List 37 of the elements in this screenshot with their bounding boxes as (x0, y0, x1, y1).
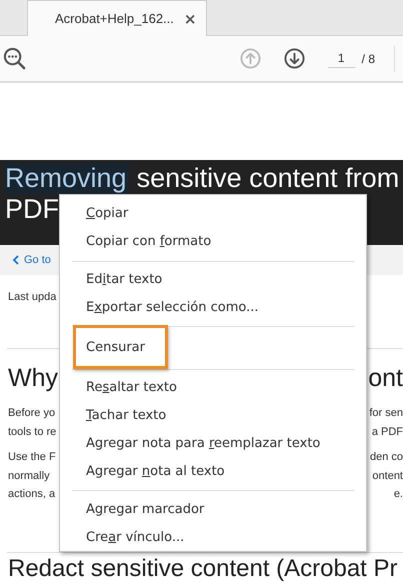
menu-item[interactable]: Agregar nota para reemplazar texto (60, 430, 366, 458)
menu-item[interactable]: Agregar marcador (60, 495, 366, 524)
next-page-icon[interactable] (284, 48, 305, 69)
paragraph-text: tools to re (8, 424, 56, 440)
section-heading: Redact sensitive content (Acrobat Pr (8, 556, 398, 580)
page-number-field[interactable]: 1 (328, 49, 355, 68)
chevron-left-icon (13, 255, 19, 265)
tab-title[interactable]: Acrobat+Help_162... (55, 11, 174, 26)
go-to-link[interactable]: Go to (24, 254, 51, 266)
close-button[interactable]: × (184, 10, 196, 28)
menu-item[interactable]: Copiar con formato (60, 228, 366, 256)
menu-item[interactable]: Editar texto (60, 266, 366, 294)
paragraph-text: normally (8, 468, 50, 484)
page-total: / 8 (362, 52, 375, 66)
paragraph-text: den co (370, 450, 403, 465)
last-updated-text: Last upda (8, 291, 56, 303)
document-tab[interactable]: Acrobat+Help_162... × (27, 0, 207, 36)
paragraph-text: for sen (369, 406, 403, 421)
paragraph-text: e. (394, 487, 403, 502)
section-heading: Why (8, 363, 58, 393)
paragraph-text: Use the F (8, 450, 56, 465)
menu-item[interactable]: Resaltar texto (60, 374, 366, 402)
menu-item[interactable]: Copiar (60, 200, 366, 228)
paragraph-text: ontent (372, 468, 403, 484)
paragraph-text: actions, a (8, 487, 56, 502)
menu-item[interactable]: Crear vínculo... (60, 523, 366, 552)
page-title: Removing (5, 163, 129, 194)
paragraph-text: Before yo (8, 406, 56, 421)
paragraph-text: a PDF (372, 424, 403, 440)
page-title: sensitive content from (136, 163, 400, 194)
menu-item[interactable]: Agregar nota al texto (60, 458, 366, 486)
section-heading: ont (368, 363, 403, 393)
search-icon[interactable] (3, 47, 26, 70)
menu-item[interactable]: Censurar (73, 325, 168, 370)
page-title: PDF (5, 194, 59, 225)
menu-item[interactable]: Tachar texto (60, 402, 366, 430)
menu-item[interactable]: Exportar selección como... (60, 293, 366, 322)
